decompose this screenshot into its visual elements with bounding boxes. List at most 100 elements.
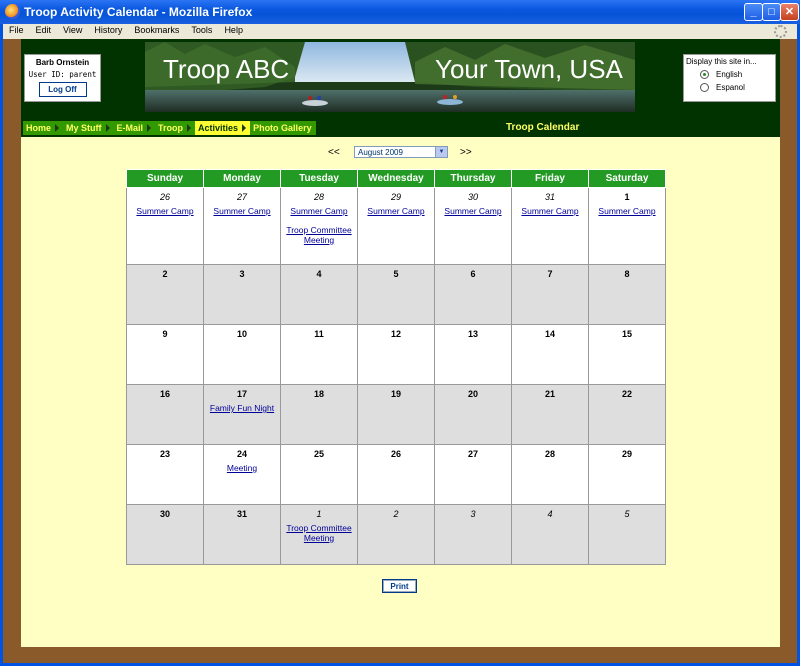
nav-photo-gallery[interactable]: Photo Gallery bbox=[250, 121, 316, 135]
user-name: Barb Ornstein bbox=[35, 58, 90, 67]
prev-month-link[interactable]: << bbox=[328, 147, 340, 158]
calendar-day-cell[interactable]: 30 bbox=[126, 504, 204, 565]
chevron-down-icon[interactable]: ▼ bbox=[435, 147, 447, 157]
calendar-day-cell[interactable]: 14 bbox=[511, 324, 589, 385]
calendar-day-cell[interactable]: 21 bbox=[511, 384, 589, 445]
event-link[interactable]: Troop Committee Meeting bbox=[281, 225, 357, 245]
calendar-day-cell[interactable]: 19 bbox=[357, 384, 435, 445]
calendar-day-cell[interactable]: 1 Summer Camp bbox=[588, 187, 666, 265]
radio-english[interactable] bbox=[700, 70, 709, 79]
close-button[interactable]: ✕ bbox=[780, 3, 799, 21]
menu-edit[interactable]: Edit bbox=[36, 25, 52, 35]
calendar-day-cell[interactable]: 28 Summer Camp Troop Committee Meeting bbox=[280, 187, 358, 265]
event-link[interactable]: Summer Camp bbox=[589, 206, 665, 216]
nav-home[interactable]: Home bbox=[23, 121, 64, 135]
calendar-day-cell[interactable]: 29 bbox=[588, 444, 666, 505]
calendar-day-cell[interactable]: 16 bbox=[126, 384, 204, 445]
day-number: 5 bbox=[624, 509, 630, 519]
menu-tools[interactable]: Tools bbox=[191, 25, 212, 35]
page-frame: Barb Ornstein User ID: parent Log Off Tr… bbox=[3, 39, 797, 663]
menu-help[interactable]: Help bbox=[224, 25, 243, 35]
calendar-day-cell[interactable]: 7 bbox=[511, 264, 589, 325]
next-month-link[interactable]: >> bbox=[460, 147, 472, 158]
event-link[interactable]: Summer Camp bbox=[512, 206, 588, 216]
header-wednesday: Wednesday bbox=[357, 169, 435, 188]
calendar-day-cell[interactable]: 13 bbox=[434, 324, 512, 385]
day-number: 4 bbox=[316, 269, 322, 279]
language-option-english[interactable]: English bbox=[700, 70, 775, 79]
calendar-day-cell[interactable]: 25 bbox=[280, 444, 358, 505]
event-link[interactable]: Family Fun Night bbox=[204, 403, 280, 413]
event-link[interactable]: Troop Committee Meeting bbox=[281, 523, 357, 543]
calendar-day-cell[interactable]: 23 bbox=[126, 444, 204, 505]
menu-bar: File Edit View History Bookmarks Tools Help bbox=[3, 24, 797, 39]
calendar-day-cell[interactable]: 2 bbox=[357, 504, 435, 565]
day-number: 28 bbox=[313, 192, 324, 202]
event-link[interactable]: Summer Camp bbox=[358, 206, 434, 216]
calendar-day-cell[interactable]: 9 bbox=[126, 324, 204, 385]
calendar-day-cell[interactable]: 15 bbox=[588, 324, 666, 385]
maximize-button[interactable]: □ bbox=[762, 3, 781, 21]
calendar-day-cell[interactable]: 12 bbox=[357, 324, 435, 385]
month-select[interactable]: August 2009 ▼ bbox=[354, 146, 448, 158]
nav-activities[interactable]: Activities bbox=[195, 121, 251, 135]
nav-email-label: E-Mail bbox=[116, 123, 144, 133]
calendar-week-row: 16 17 Family Fun Night 18 19 20 21 22 bbox=[126, 384, 666, 445]
day-number: 30 bbox=[159, 509, 170, 519]
calendar-day-cell[interactable]: 3 bbox=[434, 504, 512, 565]
event-link[interactable]: Summer Camp bbox=[127, 206, 203, 216]
title-bar: Troop Activity Calendar - Mozilla Firefo… bbox=[0, 0, 800, 24]
event-link[interactable]: Summer Camp bbox=[435, 206, 511, 216]
month-select-value: August 2009 bbox=[358, 148, 403, 157]
day-number: 14 bbox=[544, 329, 555, 339]
calendar-day-cell[interactable]: 6 bbox=[434, 264, 512, 325]
menu-file[interactable]: File bbox=[9, 25, 24, 35]
calendar-day-cell[interactable]: 2 bbox=[126, 264, 204, 325]
calendar-day-cell[interactable]: 31 bbox=[203, 504, 281, 565]
calendar-week-row: 2 3 4 5 6 7 8 bbox=[126, 264, 666, 325]
calendar-day-cell[interactable]: 20 bbox=[434, 384, 512, 445]
language-option-espanol[interactable]: Espanol bbox=[700, 83, 775, 92]
menu-bookmarks[interactable]: Bookmarks bbox=[134, 25, 179, 35]
calendar-day-cell[interactable]: 5 bbox=[588, 504, 666, 565]
print-button[interactable]: Print bbox=[382, 579, 417, 593]
calendar-day-cell[interactable]: 29 Summer Camp bbox=[357, 187, 435, 265]
event-link[interactable]: Summer Camp bbox=[281, 206, 357, 216]
browser-window: Troop Activity Calendar - Mozilla Firefo… bbox=[0, 0, 800, 666]
minimize-button[interactable]: _ bbox=[744, 3, 763, 21]
calendar-day-cell[interactable]: 27 Summer Camp bbox=[203, 187, 281, 265]
day-number: 13 bbox=[467, 329, 478, 339]
nav-my-stuff[interactable]: My Stuff bbox=[63, 121, 114, 135]
calendar-day-cell[interactable]: 5 bbox=[357, 264, 435, 325]
radio-espanol[interactable] bbox=[700, 83, 709, 92]
event-link[interactable]: Summer Camp bbox=[204, 206, 280, 216]
calendar-day-cell[interactable]: 4 bbox=[511, 504, 589, 565]
day-number: 25 bbox=[313, 449, 324, 459]
calendar-day-cell[interactable]: 28 bbox=[511, 444, 589, 505]
calendar-day-cell[interactable]: 1 Troop Committee Meeting bbox=[280, 504, 358, 565]
calendar-day-cell[interactable]: 31 Summer Camp bbox=[511, 187, 589, 265]
nav-troop[interactable]: Troop bbox=[155, 121, 196, 135]
calendar-day-cell[interactable]: 8 bbox=[588, 264, 666, 325]
header-friday: Friday bbox=[511, 169, 589, 188]
calendar-day-cell[interactable]: 18 bbox=[280, 384, 358, 445]
page-title: Troop Calendar bbox=[506, 122, 580, 133]
menu-view[interactable]: View bbox=[63, 25, 82, 35]
calendar-day-cell[interactable]: 10 bbox=[203, 324, 281, 385]
logoff-button[interactable]: Log Off bbox=[38, 82, 87, 97]
calendar-day-cell[interactable]: 30 Summer Camp bbox=[434, 187, 512, 265]
calendar-day-cell[interactable]: 17 Family Fun Night bbox=[203, 384, 281, 445]
calendar-day-cell[interactable]: 26 bbox=[357, 444, 435, 505]
nav-items: Home My Stuff E-Mail Troop Activities Ph… bbox=[23, 121, 316, 135]
calendar-day-cell[interactable]: 4 bbox=[280, 264, 358, 325]
nav-email[interactable]: E-Mail bbox=[113, 121, 156, 135]
calendar-day-cell[interactable]: 3 bbox=[203, 264, 281, 325]
nav-arrow-icon bbox=[105, 124, 110, 132]
menu-history[interactable]: History bbox=[94, 25, 122, 35]
event-link[interactable]: Meeting bbox=[204, 463, 280, 473]
calendar-day-cell[interactable]: 27 bbox=[434, 444, 512, 505]
calendar-day-cell[interactable]: 26 Summer Camp bbox=[126, 187, 204, 265]
calendar-day-cell[interactable]: 24 Meeting bbox=[203, 444, 281, 505]
calendar-day-cell[interactable]: 22 bbox=[588, 384, 666, 445]
calendar-day-cell[interactable]: 11 bbox=[280, 324, 358, 385]
